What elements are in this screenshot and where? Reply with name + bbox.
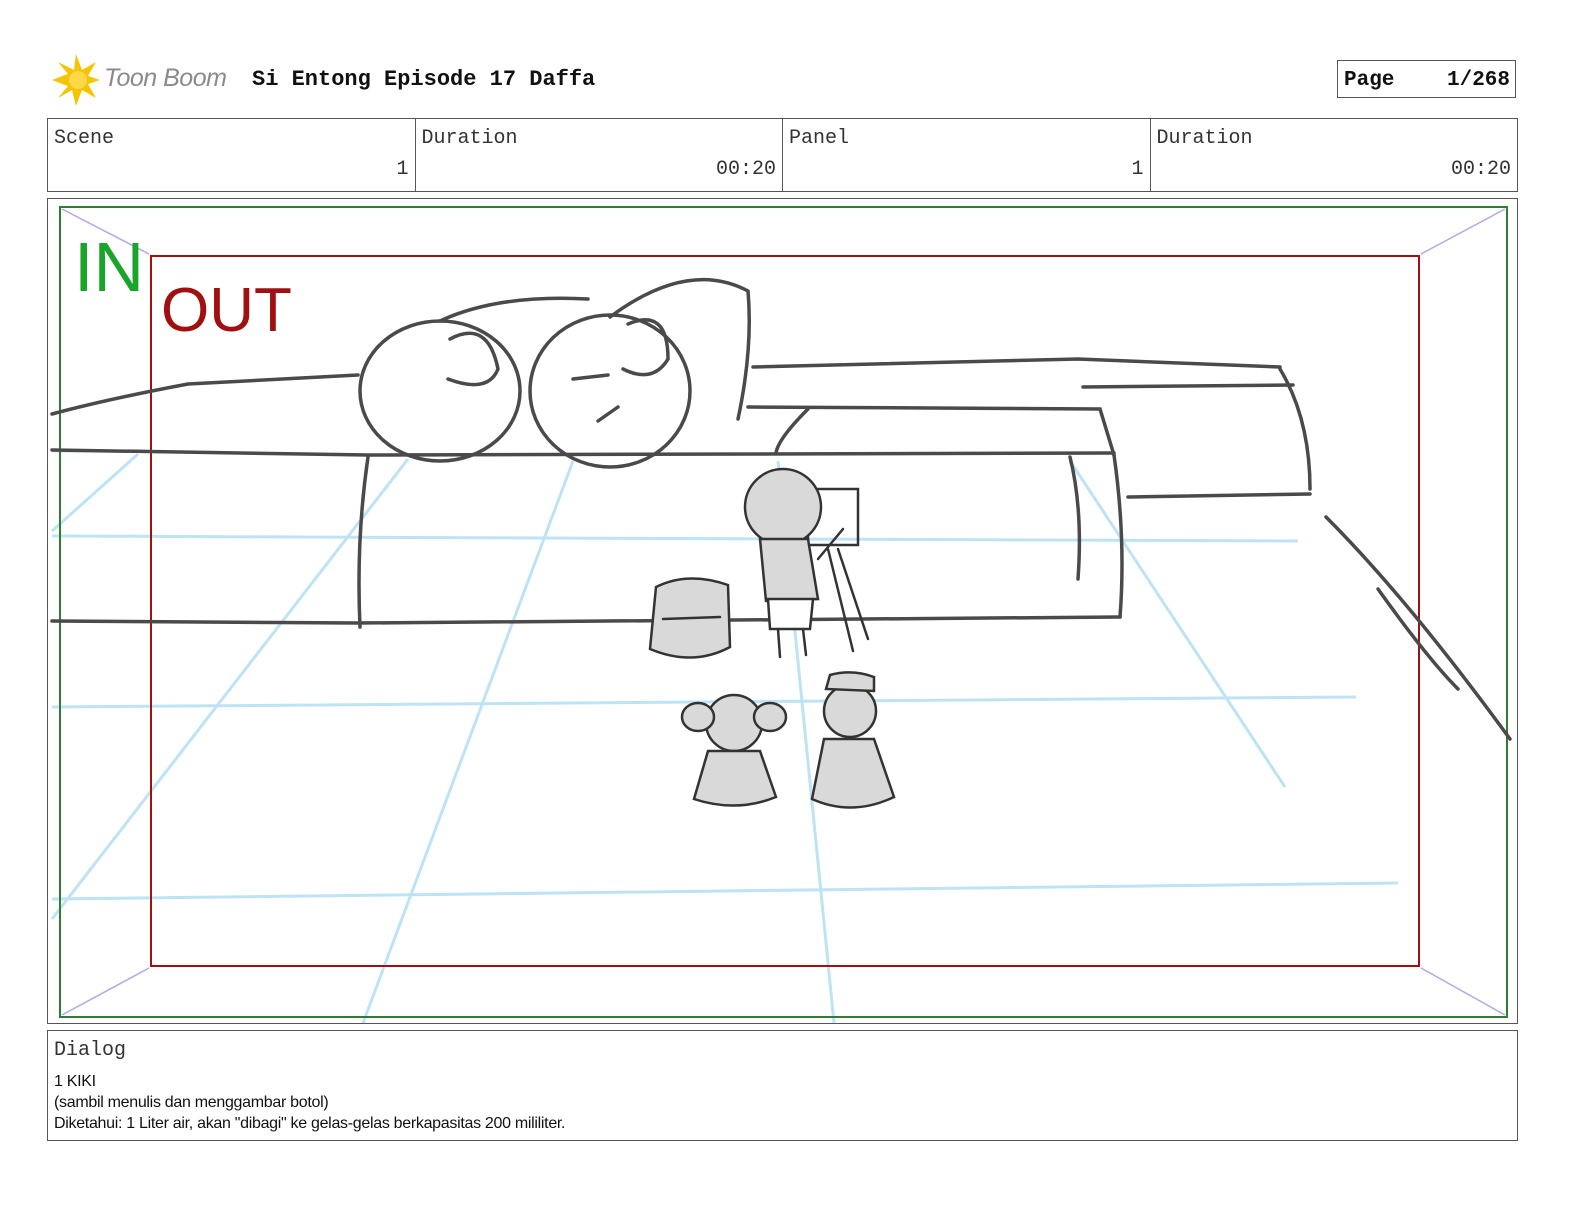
scene-cell: Scene 1 xyxy=(48,119,416,191)
panel-label: Panel xyxy=(789,127,850,150)
scene-info-table: Scene 1 Duration 00:20 Panel 1 Duration … xyxy=(47,118,1518,192)
scene-value: 1 xyxy=(396,158,409,181)
page-label: Page xyxy=(1344,69,1395,92)
logo-text: Toon Boom xyxy=(104,64,227,92)
scene-label: Scene xyxy=(54,127,115,150)
page-indicator: Page 1/268 xyxy=(1337,60,1516,98)
characters-sketch xyxy=(648,467,896,809)
scene-duration-cell: Duration 00:20 xyxy=(416,119,783,191)
scene-duration-label: Duration xyxy=(421,127,518,150)
panel-duration-cell: Duration 00:20 xyxy=(1151,119,1518,191)
out-label: OUT xyxy=(161,276,292,345)
dialog-line-action: (sambil menulis dan menggambar botol) xyxy=(54,1094,329,1111)
storyboard-panel: IN OUT xyxy=(47,198,1518,1024)
document-title: Si Entong Episode 17 Daffa xyxy=(252,67,596,92)
panel-duration-value: 00:20 xyxy=(1450,158,1511,181)
in-label: IN xyxy=(74,228,144,306)
scene-duration-value: 00:20 xyxy=(715,158,776,181)
dialog-section: Dialog 1 KIKI (sambil menulis dan mengga… xyxy=(47,1030,1518,1141)
panel-value: 1 xyxy=(1131,158,1144,181)
dialog-line-character: 1 KIKI xyxy=(54,1073,96,1090)
panel-duration-label: Duration xyxy=(1156,127,1253,150)
panel-drawing: IN OUT xyxy=(50,206,1512,1023)
page-number: 1/268 xyxy=(1446,69,1510,92)
dialog-line-speech: Diketahui: 1 Liter air, akan "dibagi" ke… xyxy=(54,1115,566,1132)
dialog-label: Dialog xyxy=(54,1039,127,1062)
dialog-text: 1 KIKI (sambil menulis dan menggambar bo… xyxy=(54,1071,566,1134)
panel-cell: Panel 1 xyxy=(783,119,1151,191)
